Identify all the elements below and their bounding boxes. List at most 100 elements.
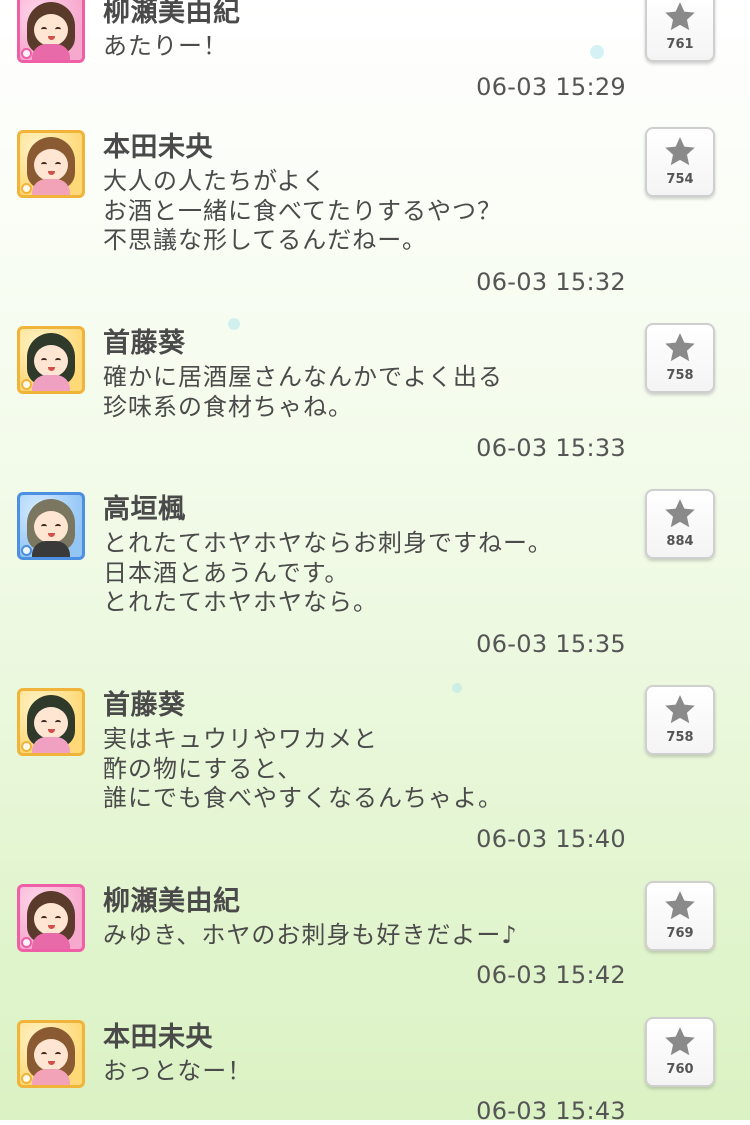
message-line: 日本酒とあうんです。	[103, 558, 350, 587]
like-button[interactable]: 769	[645, 881, 715, 951]
message-text: おっとなー！	[103, 1057, 633, 1087]
like-count: 761	[666, 37, 694, 52]
message-line: 大人の人たちがよく	[103, 167, 327, 195]
idol-type-icon	[21, 741, 32, 752]
author-name: 首藤葵	[103, 690, 186, 721]
avatar-outfit	[32, 44, 70, 60]
like-count: 760	[666, 1062, 694, 1077]
message-line: 酢の物にすると、	[103, 754, 303, 783]
idol-type-icon	[21, 545, 32, 556]
idol-type-icon	[21, 379, 32, 390]
avatar-eye	[55, 524, 61, 529]
author-name: 柳瀬美由紀	[103, 886, 241, 917]
avatar[interactable]	[17, 0, 85, 63]
avatar-eye	[55, 916, 61, 921]
avatar-eye	[55, 358, 61, 363]
star-icon	[665, 695, 695, 724]
author-name: 柳瀬美由紀	[103, 0, 241, 28]
timestamp: 06-03 15:29	[476, 73, 626, 101]
like-count: 754	[666, 172, 694, 187]
like-count: 769	[666, 926, 694, 941]
like-count: 884	[666, 534, 694, 549]
avatar-eye	[41, 1052, 47, 1057]
avatar-outfit	[32, 737, 70, 753]
star-icon	[665, 333, 695, 362]
avatar[interactable]	[17, 688, 85, 756]
avatar-outfit	[32, 1069, 70, 1085]
timestamp: 06-03 15:40	[476, 825, 626, 853]
avatar-face	[34, 511, 68, 543]
avatar-eye	[41, 524, 47, 529]
like-count: 758	[666, 368, 694, 383]
timestamp: 06-03 15:33	[476, 434, 626, 462]
message-text: 大人の人たちがよく お酒と一緒に食べてたりするやつ？ 不思議な形してるんだねー。	[103, 167, 633, 256]
idol-type-icon	[21, 183, 32, 194]
author-name: 首藤葵	[103, 328, 186, 359]
avatar-outfit	[32, 375, 70, 391]
background-sparkle	[452, 683, 462, 693]
avatar-face	[34, 1039, 68, 1071]
avatar-eye	[41, 27, 47, 32]
star-icon	[665, 137, 695, 166]
like-button[interactable]: 758	[645, 685, 715, 755]
avatar-face	[34, 707, 68, 739]
message-line: とれたてホヤホヤならお刺身ですねー。	[103, 529, 553, 557]
avatar[interactable]	[17, 492, 85, 560]
like-button[interactable]: 758	[645, 323, 715, 393]
message-line: あたりー！	[103, 32, 228, 60]
avatar-eye	[41, 358, 47, 363]
avatar[interactable]	[17, 884, 85, 952]
like-button[interactable]: 754	[645, 127, 715, 197]
author-name: 本田未央	[103, 1022, 213, 1053]
timestamp: 06-03 15:35	[476, 630, 626, 658]
message-text: 実はキュウリやワカメと 酢の物にすると、 誰にでも食べやすくなるんちゃよ。	[103, 725, 633, 814]
avatar-eye	[41, 916, 47, 921]
avatar-eye	[55, 27, 61, 32]
timestamp: 06-03 15:32	[476, 268, 626, 296]
message-line: 実はキュウリやワカメと	[103, 725, 378, 753]
message-line: みゆき、ホヤのお刺身も好きだよー♪	[103, 921, 518, 949]
message-line: 珍味系の食材ちゃね。	[103, 392, 353, 421]
author-name: 本田未央	[103, 132, 213, 163]
message-line: とれたてホヤホヤなら。	[103, 588, 378, 616]
avatar-face	[34, 149, 68, 181]
message-text: とれたてホヤホヤならお刺身ですねー。 日本酒とあうんです。 とれたてホヤホヤなら。	[103, 529, 633, 618]
avatar-outfit	[32, 541, 70, 557]
star-icon	[665, 891, 695, 920]
avatar-eye	[55, 1052, 61, 1057]
avatar-eye	[41, 720, 47, 725]
like-button[interactable]: 884	[645, 489, 715, 559]
avatar[interactable]	[17, 130, 85, 198]
idol-type-icon	[21, 1073, 32, 1084]
avatar-outfit	[32, 933, 70, 949]
avatar-eye	[55, 162, 61, 167]
message-line: 確かに居酒屋さんなんかでよく出る	[103, 363, 503, 391]
avatar-outfit	[32, 179, 70, 195]
timestamp: 06-03 15:42	[476, 961, 626, 989]
timestamp: 06-03 15:43	[476, 1097, 626, 1125]
author-name: 高垣楓	[103, 494, 186, 525]
message-line: お酒と一緒に食べてたりするやつ？	[103, 196, 503, 225]
avatar-face	[34, 14, 68, 46]
message-line: 不思議な形してるんだねー。	[103, 226, 428, 254]
message-line: 誰にでも食べやすくなるんちゃよ。	[103, 784, 503, 812]
like-button[interactable]: 761	[645, 0, 715, 62]
idol-type-icon	[21, 48, 32, 59]
avatar[interactable]	[17, 326, 85, 394]
message-text: あたりー！	[103, 32, 633, 62]
avatar[interactable]	[17, 1020, 85, 1088]
star-icon	[665, 1027, 695, 1056]
avatar-face	[34, 903, 68, 935]
message-text: 確かに居酒屋さんなんかでよく出る 珍味系の食材ちゃね。	[103, 363, 633, 422]
avatar-eye	[41, 162, 47, 167]
avatar-eye	[55, 720, 61, 725]
avatar-face	[34, 345, 68, 377]
message-text: みゆき、ホヤのお刺身も好きだよー♪	[103, 921, 633, 951]
like-button[interactable]: 760	[645, 1017, 715, 1087]
background-sparkle	[228, 318, 240, 330]
like-count: 758	[666, 730, 694, 745]
star-icon	[665, 2, 695, 31]
idol-type-icon	[21, 937, 32, 948]
star-icon	[665, 499, 695, 528]
message-line: おっとなー！	[103, 1057, 253, 1085]
